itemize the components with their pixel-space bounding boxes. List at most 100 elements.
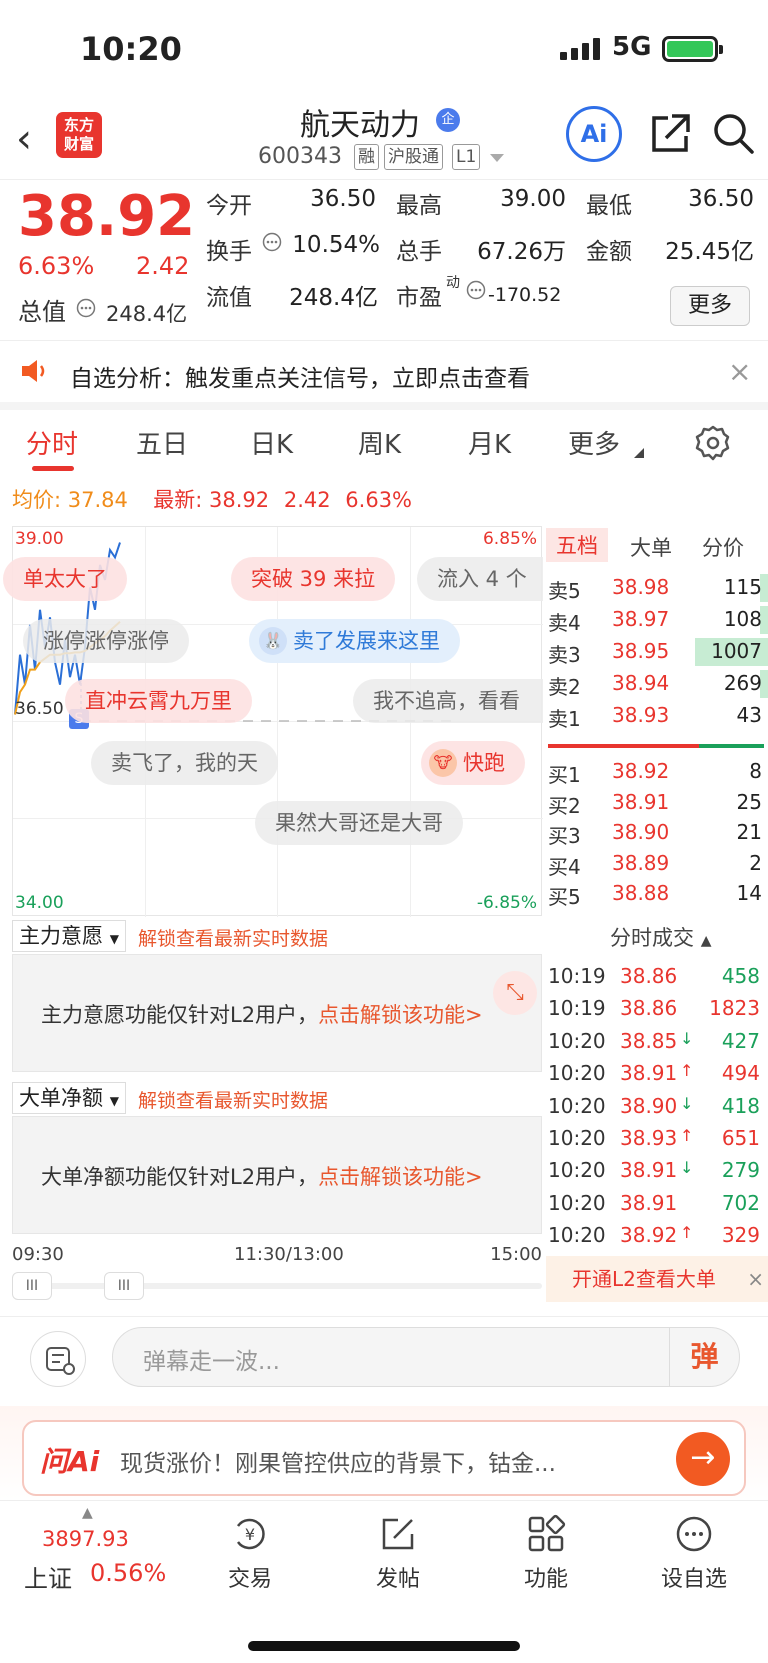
tab-intraday[interactable]: 分时 xyxy=(26,424,78,461)
indicator-panel-1: 主力意愿功能仅针对L2用户，点击解锁该功能> ⤡ xyxy=(12,954,542,1072)
tab-big-orders[interactable]: 大单 xyxy=(630,532,672,562)
index-name[interactable]: 上证 xyxy=(24,1559,72,1594)
scroll-handle-right[interactable]: III xyxy=(104,1272,144,1300)
danmaku-bubble[interactable]: 突破 39 来拉 xyxy=(231,557,396,601)
nav-trade[interactable]: ¥ 交易 xyxy=(200,1509,300,1593)
turnover-info-icon[interactable] xyxy=(262,232,282,252)
ask-level-label: 卖2 xyxy=(548,675,581,699)
chart-scroller[interactable]: III III xyxy=(12,1272,542,1300)
info-icon[interactable] xyxy=(76,298,96,318)
close-icon[interactable]: × xyxy=(747,1256,764,1302)
close-icon[interactable]: × xyxy=(728,355,751,388)
indicator-header-1: 主力意愿 ▼ 解锁查看最新实时数据 xyxy=(12,918,542,954)
l2-upgrade-banner[interactable]: 开通L2查看大单 × xyxy=(546,1256,768,1302)
total-value-label: 总值 xyxy=(18,298,66,326)
danmaku-bubble[interactable]: 🐰 卖了发展来这里 xyxy=(249,619,460,663)
search-icon[interactable] xyxy=(712,112,756,156)
tab-weekly-k[interactable]: 周K xyxy=(358,424,401,461)
tab-five-day[interactable]: 五日 xyxy=(136,424,188,461)
share-icon[interactable] xyxy=(648,112,692,156)
ask-ai-box[interactable]: 问Ai 现货涨价！刚果管控供应的背景下，钴金... → xyxy=(22,1420,746,1496)
index-value[interactable]: 3897.93 xyxy=(42,1527,129,1551)
bid-volume: 21 xyxy=(736,820,762,844)
bid-volume: 14 xyxy=(736,881,762,905)
trade-volume: 329 xyxy=(721,1223,760,1248)
trade-price: 38.85 xyxy=(620,1028,678,1053)
ask-volume: 1007 xyxy=(711,639,762,663)
ask-row[interactable]: 卖5 38.98 115 xyxy=(546,572,768,604)
danmaku-bubble[interactable]: 我不追高，看看 xyxy=(353,679,543,723)
danmaku-toggle-button[interactable]: 弹 xyxy=(669,1328,739,1386)
bid-price: 38.89 xyxy=(612,850,670,875)
nav-post[interactable]: 发帖 xyxy=(348,1509,448,1593)
unlock-link[interactable]: 解锁查看最新实时数据 xyxy=(138,924,328,951)
high-label: 最高 xyxy=(396,193,442,219)
unlock-feature-link[interactable]: 点击解锁该功能> xyxy=(318,1165,483,1189)
intraday-chart[interactable]: 39.00 36.50 34.00 6.85% -6.85% S 单太大了 突破… xyxy=(3,526,543,917)
scroll-handle-left[interactable]: III xyxy=(12,1272,52,1300)
code-dropdown-icon[interactable] xyxy=(490,154,504,164)
bid-row[interactable]: 买1 38.92 8 xyxy=(546,756,768,788)
ask-row[interactable]: 卖1 38.93 43 xyxy=(546,700,768,732)
indicator-dropdown-1[interactable]: 主力意愿 ▼ xyxy=(12,920,126,952)
nav-function[interactable]: 功能 xyxy=(496,1509,596,1593)
danmaku-bubble[interactable]: 直冲云霄九万里 xyxy=(65,679,252,723)
tab-daily-k[interactable]: 日K xyxy=(250,424,293,461)
unlock-link[interactable]: 解锁查看最新实时数据 xyxy=(138,1086,328,1113)
nav-label: 交易 xyxy=(227,1567,272,1592)
trade-direction-icon: ↓ xyxy=(680,1158,694,1178)
signal-icon xyxy=(560,38,600,60)
indicator-dropdown-2[interactable]: 大单净额 ▼ xyxy=(12,1082,126,1114)
notice-bar[interactable]: 自选分析：触发重点关注信号，立即点击查看 × xyxy=(0,340,768,410)
danmaku-bubble[interactable]: 卖飞了，我的天 xyxy=(91,741,278,785)
triangle-up-icon: ▲ xyxy=(82,1505,93,1521)
pe-info-icon[interactable] xyxy=(466,280,486,300)
nav-add-watchlist[interactable]: 设自选 xyxy=(644,1509,744,1593)
change-percent: 6.63% xyxy=(18,252,95,280)
tab-price-dist[interactable]: 分价 xyxy=(702,532,744,562)
arrow-right-icon[interactable]: → xyxy=(676,1432,730,1486)
tab-monthly-k[interactable]: 月K xyxy=(468,424,511,461)
app-logo[interactable]: 东方 财富 xyxy=(56,112,102,158)
trade-row: 10:20 38.93 ↑ 651 xyxy=(546,1122,768,1156)
trade-volume: 427 xyxy=(721,1028,760,1053)
index-percent[interactable]: 0.56% xyxy=(90,1559,166,1587)
trades-title-text: 分时成交 xyxy=(610,926,694,950)
trades-title[interactable]: 分时成交 ▲ xyxy=(610,922,711,952)
danmaku-bubble[interactable]: 流入 4 个 xyxy=(417,557,543,601)
danmaku-bubble[interactable]: 🐮 快跑 xyxy=(421,741,525,785)
danmaku-placeholder: 弹幕走一波... xyxy=(143,1349,280,1375)
bid-row[interactable]: 买3 38.90 21 xyxy=(546,817,768,849)
tab-five-levels[interactable]: 五档 xyxy=(546,528,608,562)
trade-volume: 279 xyxy=(721,1158,760,1183)
ask-row[interactable]: 卖2 38.94 269 xyxy=(546,668,768,700)
unlock-feature-link[interactable]: 点击解锁该功能> xyxy=(318,1003,483,1027)
ask-ai-section: 问Ai 现货涨价！刚果管控供应的背景下，钴金... → xyxy=(0,1406,768,1500)
danmaku-bubble[interactable]: 涨停涨停涨停 xyxy=(23,619,189,663)
danmaku-bubble[interactable]: 单太大了 xyxy=(3,557,127,601)
bid-row[interactable]: 买5 38.88 14 xyxy=(546,878,768,910)
amount-value: 25.45亿 xyxy=(665,239,754,265)
danmaku-input[interactable]: 弹幕走一波... 弹 xyxy=(112,1327,740,1387)
back-icon[interactable]: ‹ xyxy=(16,116,32,162)
danmaku-text: 卖了发展来这里 xyxy=(293,629,440,653)
latest-value: 38.92 xyxy=(209,488,270,512)
dropdown-label: 大单净额 xyxy=(19,1086,103,1110)
expand-icon[interactable]: ⤡ xyxy=(493,971,537,1015)
total-value: 248.4亿 xyxy=(106,302,188,326)
danmaku-bubble[interactable]: 果然大哥还是大哥 xyxy=(255,801,463,845)
bid-row[interactable]: 买2 38.91 25 xyxy=(546,787,768,819)
ask-row[interactable]: 卖4 38.97 108 xyxy=(546,604,768,636)
bid-row[interactable]: 买4 38.89 2 xyxy=(546,848,768,880)
ask-level-label: 卖4 xyxy=(548,611,581,635)
gear-icon[interactable] xyxy=(694,424,732,462)
ai-button[interactable]: Ai xyxy=(566,106,622,162)
ask-row[interactable]: 卖3 38.95 1007 xyxy=(546,636,768,668)
tick-trades[interactable]: 分时成交 ▲ 10:19 38.86 458 10:19 38.86 1823 10:20 3… xyxy=(546,916,768,1306)
more-button[interactable]: 更多 xyxy=(670,286,750,326)
tab-more[interactable]: 更多 xyxy=(568,424,620,461)
last-price: 38.92 xyxy=(18,184,196,249)
trade-row: 10:19 38.86 1823 xyxy=(546,992,768,1026)
danmaku-list-icon[interactable] xyxy=(30,1331,86,1387)
ask-price: 38.94 xyxy=(612,671,670,695)
